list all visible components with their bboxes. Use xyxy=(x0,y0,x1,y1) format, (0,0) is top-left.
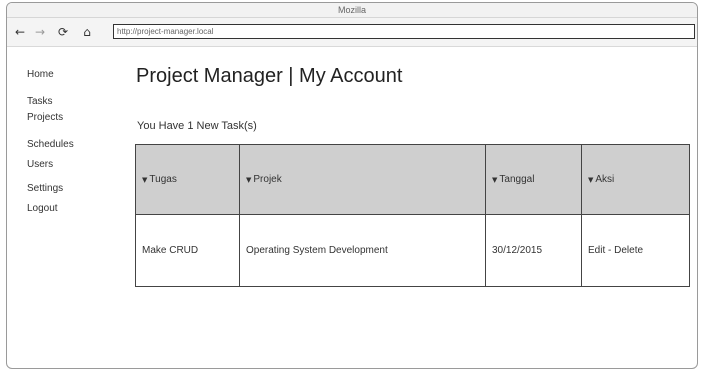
sidebar-nav: Home Tasks Projects Schedules Users Sett… xyxy=(27,68,117,229)
browser-toolbar: ← → ⟳ ⌂ http://project-manager.local xyxy=(7,18,697,47)
sidebar-item-settings[interactable]: Settings xyxy=(27,182,117,202)
sort-arrow-icon: ▼ xyxy=(142,176,148,184)
table-header-row: ▼ Tugas ▼ Projek ▼ Tanggal ▼ Aksi xyxy=(135,144,690,215)
home-icon[interactable]: ⌂ xyxy=(80,25,94,39)
column-header-tugas[interactable]: ▼ Tugas xyxy=(135,144,240,215)
sidebar-item-users[interactable]: Users xyxy=(27,158,117,182)
column-header-tanggal[interactable]: ▼ Tanggal xyxy=(485,144,582,215)
sort-arrow-icon: ▼ xyxy=(246,176,252,184)
sort-arrow-icon: ▼ xyxy=(492,176,498,184)
cell-aksi: Edit - Delete xyxy=(581,214,690,287)
table-row: Make CRUD Operating System Development 3… xyxy=(135,214,690,287)
column-header-projek[interactable]: ▼ Projek xyxy=(239,144,486,215)
delete-link[interactable]: Delete xyxy=(614,245,643,256)
cell-tugas: Make CRUD xyxy=(135,214,240,287)
new-task-notice: You Have 1 New Task(s) xyxy=(137,120,257,132)
forward-arrow-icon[interactable]: → xyxy=(33,25,47,39)
edit-link[interactable]: Edit xyxy=(588,245,605,256)
action-separator: - xyxy=(605,245,615,256)
sidebar-item-tasks[interactable]: Tasks xyxy=(27,95,117,111)
sidebar-item-logout[interactable]: Logout xyxy=(27,202,117,229)
reload-icon[interactable]: ⟳ xyxy=(56,25,70,39)
back-arrow-icon[interactable]: ← xyxy=(13,25,27,39)
task-table: ▼ Tugas ▼ Projek ▼ Tanggal ▼ Aksi Make CRUD … xyxy=(135,144,690,287)
sidebar-item-home[interactable]: Home xyxy=(27,68,117,95)
cell-projek: Operating System Development xyxy=(239,214,486,287)
page-title: Project Manager | My Account xyxy=(136,65,403,87)
sidebar-item-projects[interactable]: Projects xyxy=(27,111,117,138)
browser-window: Mozilla ← → ⟳ ⌂ http://project-manager.l… xyxy=(6,2,698,369)
window-title: Mozilla xyxy=(7,3,697,18)
cell-tanggal: 30/12/2015 xyxy=(485,214,582,287)
url-bar[interactable]: http://project-manager.local xyxy=(113,24,695,39)
sort-arrow-icon: ▼ xyxy=(588,176,594,184)
column-header-aksi[interactable]: ▼ Aksi xyxy=(581,144,690,215)
sidebar-item-schedules[interactable]: Schedules xyxy=(27,138,117,158)
